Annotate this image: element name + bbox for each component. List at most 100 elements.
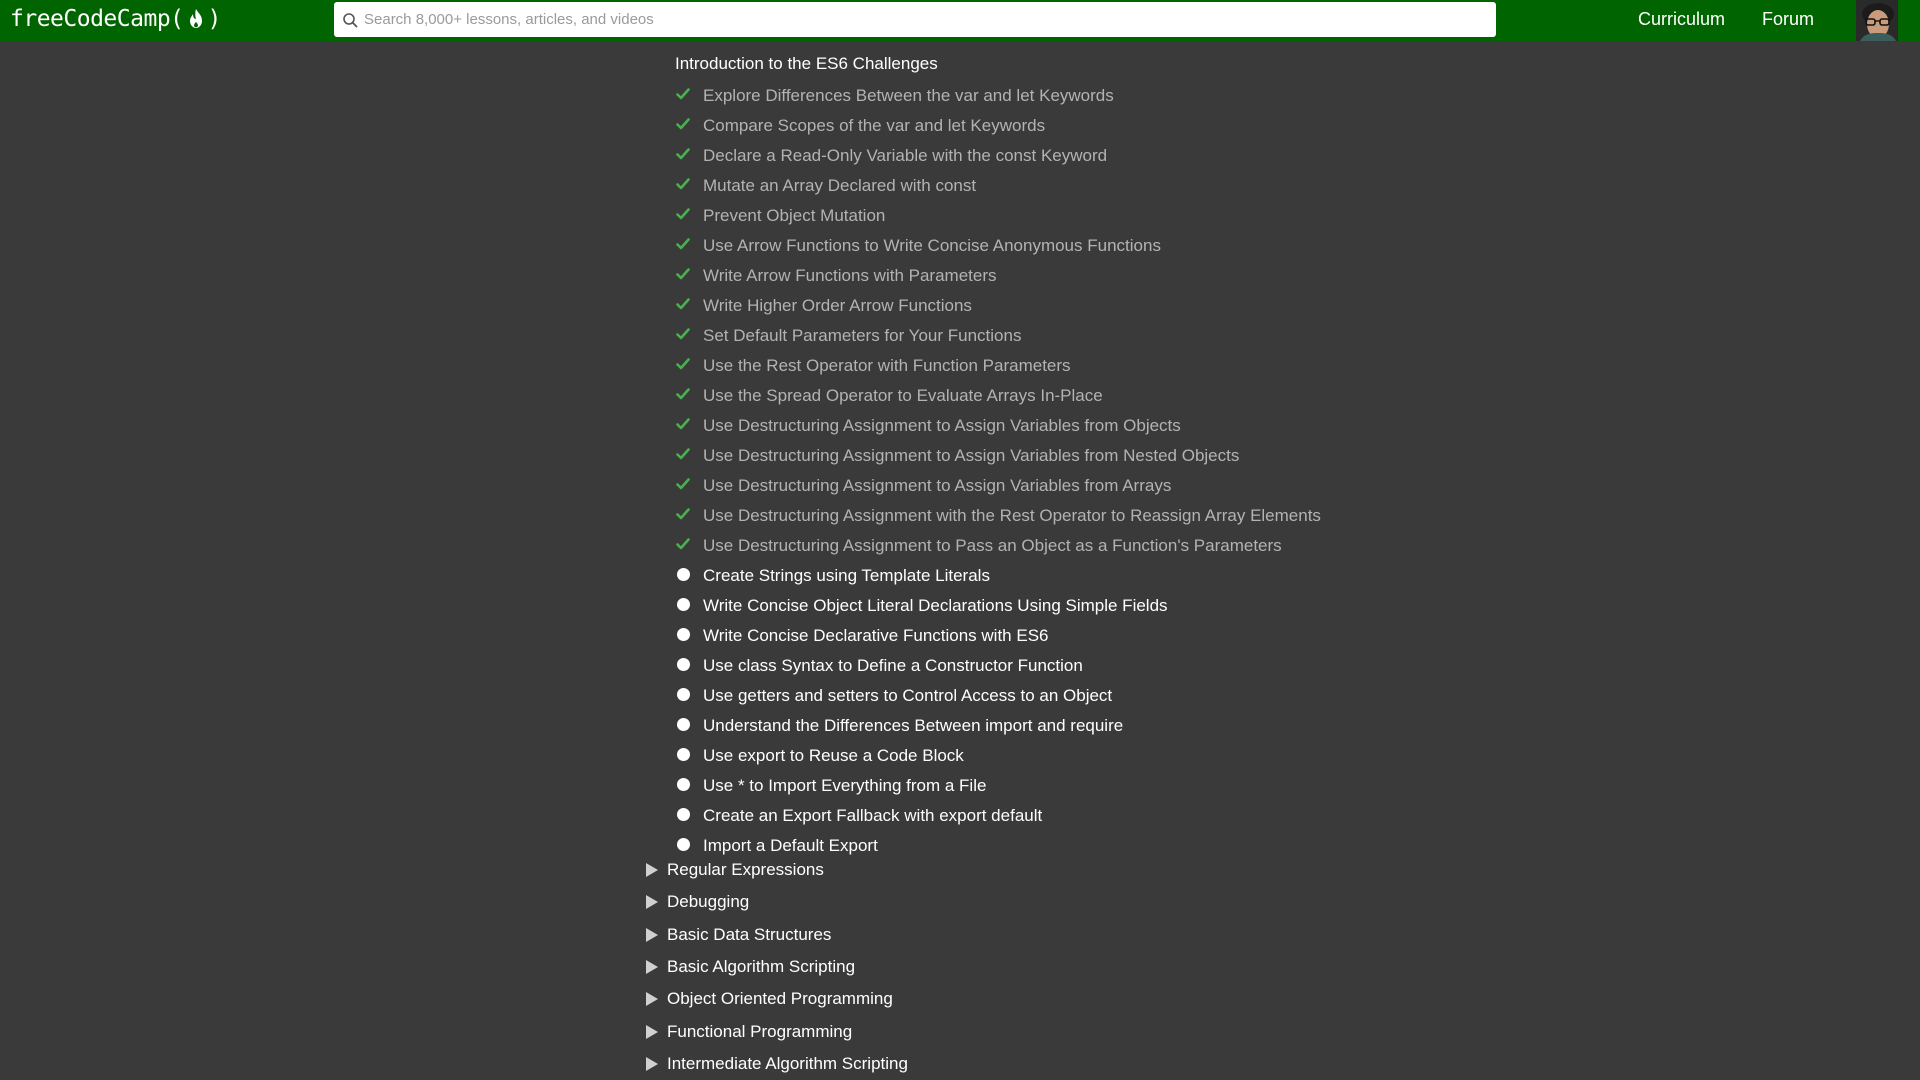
logo-text-close: ): [207, 6, 222, 32]
challenge-item[interactable]: Use the Rest Operator with Function Para…: [675, 351, 1321, 381]
section-label: Intermediate Algorithm Scripting: [667, 1053, 908, 1073]
challenge-item[interactable]: Use Destructuring Assignment to Assign V…: [675, 441, 1321, 471]
section-label: Object Oriented Programming: [667, 989, 893, 1009]
challenge-item[interactable]: Mutate an Array Declared with const: [675, 171, 1321, 201]
logo-text: freeCodeCamp(: [10, 6, 184, 32]
challenge-item[interactable]: Use getters and setters to Control Acces…: [675, 681, 1321, 711]
freecodecamp-logo[interactable]: freeCodeCamp( ): [10, 6, 221, 32]
challenge-label: Prevent Object Mutation: [703, 206, 886, 225]
incomplete-circle-icon: [675, 716, 691, 732]
avatar[interactable]: [1856, 0, 1898, 41]
challenge-item[interactable]: Write Concise Object Literal Declaration…: [675, 591, 1321, 621]
section-item[interactable]: Functional Programming: [646, 1015, 908, 1047]
challenge-item[interactable]: Use Destructuring Assignment to Assign V…: [675, 411, 1321, 441]
challenge-item[interactable]: Create Strings using Template Literals: [675, 561, 1321, 591]
challenge-label: Use * to Import Everything from a File: [703, 776, 987, 795]
challenge-item[interactable]: Explore Differences Between the var and …: [675, 81, 1321, 111]
challenge-item[interactable]: Understand the Differences Between impor…: [675, 711, 1321, 741]
challenge-label: Create an Export Fallback with export de…: [703, 806, 1043, 825]
checkmark-icon: [675, 506, 691, 522]
checkmark-icon: [675, 356, 691, 372]
challenge-label: Declare a Read-Only Variable with the co…: [703, 146, 1108, 165]
section-label: Functional Programming: [667, 1021, 853, 1041]
challenge-label: Understand the Differences Between impor…: [703, 716, 1124, 735]
search-input[interactable]: [362, 10, 1466, 29]
section-item[interactable]: Basic Data Structures: [646, 919, 908, 951]
challenge-list: Explore Differences Between the var and …: [675, 81, 1321, 861]
incomplete-circle-icon: [675, 746, 691, 762]
incomplete-circle-icon: [675, 656, 691, 672]
challenge-item[interactable]: Use Destructuring Assignment to Assign V…: [675, 471, 1321, 501]
challenge-item[interactable]: Use the Spread Operator to Evaluate Arra…: [675, 381, 1321, 411]
challenge-item[interactable]: Create an Export Fallback with export de…: [675, 801, 1321, 831]
section-item[interactable]: Basic Algorithm Scripting: [646, 951, 908, 983]
challenge-item[interactable]: Prevent Object Mutation: [675, 201, 1321, 231]
challenge-item[interactable]: Use * to Import Everything from a File: [675, 771, 1321, 801]
challenge-label: Set Default Parameters for Your Function…: [703, 326, 1022, 345]
checkmark-icon: [675, 416, 691, 432]
caret-right-icon: [646, 895, 658, 910]
search-icon: [343, 12, 358, 27]
challenge-item[interactable]: Write Higher Order Arrow Functions: [675, 291, 1321, 321]
caret-right-icon: [646, 960, 658, 975]
section-item[interactable]: Regular Expressions: [646, 854, 908, 886]
challenge-label: Write Concise Object Literal Declaration…: [703, 596, 1168, 615]
caret-right-icon: [646, 863, 658, 878]
checkmark-icon: [675, 146, 691, 162]
incomplete-circle-icon: [675, 566, 691, 582]
challenge-label: Import a Default Export: [703, 836, 878, 855]
challenge-label: Write Concise Declarative Functions with…: [703, 626, 1049, 645]
user-avatar-image: [1856, 0, 1898, 41]
block-title[interactable]: Introduction to the ES6 Challenges: [675, 54, 938, 74]
challenge-label: Explore Differences Between the var and …: [703, 86, 1114, 105]
challenge-label: Use getters and setters to Control Acces…: [703, 686, 1113, 705]
challenge-label: Use class Syntax to Define a Constructor…: [703, 656, 1083, 675]
challenge-item[interactable]: Use class Syntax to Define a Constructor…: [675, 651, 1321, 681]
incomplete-circle-icon: [675, 836, 691, 852]
section-item[interactable]: Object Oriented Programming: [646, 983, 908, 1015]
challenge-item[interactable]: Use Arrow Functions to Write Concise Ano…: [675, 231, 1321, 261]
challenge-label: Use Destructuring Assignment to Pass an …: [703, 536, 1282, 555]
search-bar[interactable]: [334, 2, 1496, 37]
caret-right-icon: [646, 927, 658, 942]
challenge-item[interactable]: Use Destructuring Assignment with the Re…: [675, 501, 1321, 531]
caret-right-icon: [646, 1056, 658, 1071]
challenge-item[interactable]: Set Default Parameters for Your Function…: [675, 321, 1321, 351]
challenge-item[interactable]: Declare a Read-Only Variable with the co…: [675, 141, 1321, 171]
nav-link-forum[interactable]: Forum: [1762, 9, 1814, 30]
challenge-item[interactable]: Write Arrow Functions with Parameters: [675, 261, 1321, 291]
challenge-label: Compare Scopes of the var and let Keywor…: [703, 116, 1046, 135]
caret-right-icon: [646, 992, 658, 1007]
checkmark-icon: [675, 296, 691, 312]
challenge-label: Use Destructuring Assignment with the Re…: [703, 506, 1321, 525]
section-label: Basic Data Structures: [667, 924, 832, 944]
challenge-label: Create Strings using Template Literals: [703, 566, 990, 585]
incomplete-circle-icon: [675, 686, 691, 702]
section-label: Debugging: [667, 892, 750, 912]
checkmark-icon: [675, 536, 691, 552]
challenge-label: Use Destructuring Assignment to Assign V…: [703, 476, 1172, 495]
section-item[interactable]: Intermediate Algorithm Scripting: [646, 1048, 908, 1080]
nav-link-curriculum[interactable]: Curriculum: [1638, 9, 1725, 30]
caret-right-icon: [646, 1024, 658, 1039]
incomplete-circle-icon: [675, 626, 691, 642]
checkmark-icon: [675, 446, 691, 462]
challenge-label: Mutate an Array Declared with const: [703, 176, 977, 195]
section-list: Regular Expressions Debugging Basic Data S…: [646, 854, 908, 1080]
checkmark-icon: [675, 206, 691, 222]
challenge-item[interactable]: Use export to Reuse a Code Block: [675, 741, 1321, 771]
checkmark-icon: [675, 176, 691, 192]
curriculum-map: Introduction to the ES6 Challenges Explo…: [0, 41, 1920, 1080]
checkmark-icon: [675, 476, 691, 492]
challenge-item[interactable]: Compare Scopes of the var and let Keywor…: [675, 111, 1321, 141]
challenge-item[interactable]: Use Destructuring Assignment to Pass an …: [675, 531, 1321, 561]
checkmark-icon: [675, 386, 691, 402]
challenge-item[interactable]: Write Concise Declarative Functions with…: [675, 621, 1321, 651]
challenge-label: Write Arrow Functions with Parameters: [703, 266, 997, 285]
section-item[interactable]: Debugging: [646, 886, 908, 918]
challenge-label: Use Destructuring Assignment to Assign V…: [703, 416, 1181, 435]
flame-icon: [189, 9, 202, 28]
section-label: Regular Expressions: [667, 860, 824, 880]
challenge-label: Use the Rest Operator with Function Para…: [703, 356, 1071, 375]
checkmark-icon: [675, 266, 691, 282]
